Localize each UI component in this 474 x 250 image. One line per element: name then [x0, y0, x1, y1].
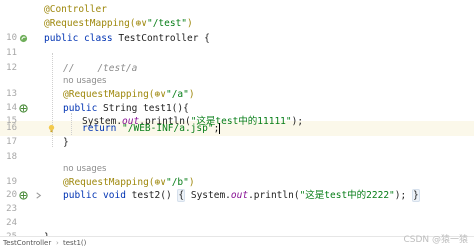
keyword: return — [82, 123, 123, 134]
code-line: @RequestMapping(⊕∨"/test") — [0, 16, 474, 31]
mapping-path: "/a" — [165, 89, 189, 100]
url-globe-icon[interactable]: ⊕∨ — [136, 18, 147, 29]
code-line: 20 public void test2() { System.out.prin… — [0, 188, 474, 203]
keyword: public — [63, 103, 104, 114]
println-call: .println( — [248, 190, 300, 201]
breadcrumb-separator: › — [56, 239, 59, 247]
breadcrumb-method[interactable]: test1() — [63, 237, 86, 249]
code-line: 23 — [0, 202, 474, 217]
request-mapping-icon[interactable] — [19, 104, 28, 113]
keyword: public class — [44, 33, 119, 44]
csdn-watermark: CSDN @猿一猿 — [403, 235, 468, 245]
annotation-request-mapping: @RequestMapping( — [63, 177, 155, 188]
code-line: 24 — [0, 216, 474, 231]
system-class: System. — [185, 190, 231, 201]
mapping-path: "/b" — [165, 177, 189, 188]
code-editor[interactable]: @Controller @RequestMapping(⊕∨"/test") 1… — [0, 0, 474, 236]
request-mapping-icon[interactable] — [19, 191, 28, 200]
method-name: test2() — [131, 190, 178, 201]
keyword: public void — [63, 190, 132, 201]
code-line: 10 public class TestController { — [0, 31, 474, 46]
line-number: 17 — [6, 137, 17, 147]
annotation-close-paren: ) — [188, 89, 195, 100]
url-globe-icon[interactable]: ⊕∨ — [155, 89, 166, 100]
field-out: out — [230, 190, 249, 201]
folded-brace-close[interactable]: } — [411, 189, 420, 202]
line-number: 11 — [6, 48, 17, 58]
line-number: 24 — [6, 218, 17, 228]
annotation-request-mapping: @RequestMapping( — [63, 89, 155, 100]
breadcrumb-class[interactable]: TestController — [3, 237, 51, 249]
code-line: 11 — [0, 46, 474, 61]
line-number: 20 — [6, 190, 17, 200]
intention-bulb-icon[interactable] — [47, 124, 56, 133]
line-number: 16 — [6, 123, 17, 133]
fold-arrow-icon[interactable] — [34, 191, 43, 200]
annotation-request-mapping: @RequestMapping( — [44, 18, 136, 29]
text-caret — [219, 123, 221, 134]
class-declaration: TestController { — [118, 33, 210, 44]
line-number: 23 — [6, 204, 17, 214]
code-line: 17 } — [0, 135, 474, 150]
mapping-path: "/test" — [146, 18, 188, 29]
string-literal: "/WEB-INF/a.jsp" — [122, 123, 214, 134]
string-literal: "这是test中的2222" — [299, 190, 395, 201]
code-line-current: 16 return "/WEB-INF/a.jsp"; — [0, 121, 474, 136]
line-number: 13 — [6, 89, 17, 99]
code-line: @Controller — [0, 2, 474, 17]
annotation-controller: @Controller — [44, 4, 107, 15]
annotation-close-paren: ) — [188, 177, 195, 188]
annotation-close-paren: ) — [187, 18, 193, 29]
code-line: 13 @RequestMapping(⊕∨"/a") — [0, 87, 474, 102]
method-signature: String test1(){ — [103, 103, 189, 114]
spring-bean-icon[interactable] — [19, 34, 28, 43]
closing-brace: } — [63, 137, 69, 148]
folded-brace-open[interactable]: { — [177, 189, 186, 202]
statement-end: ); — [394, 190, 412, 201]
url-globe-icon[interactable]: ⊕∨ — [155, 177, 166, 188]
line-number: 10 — [6, 33, 17, 43]
